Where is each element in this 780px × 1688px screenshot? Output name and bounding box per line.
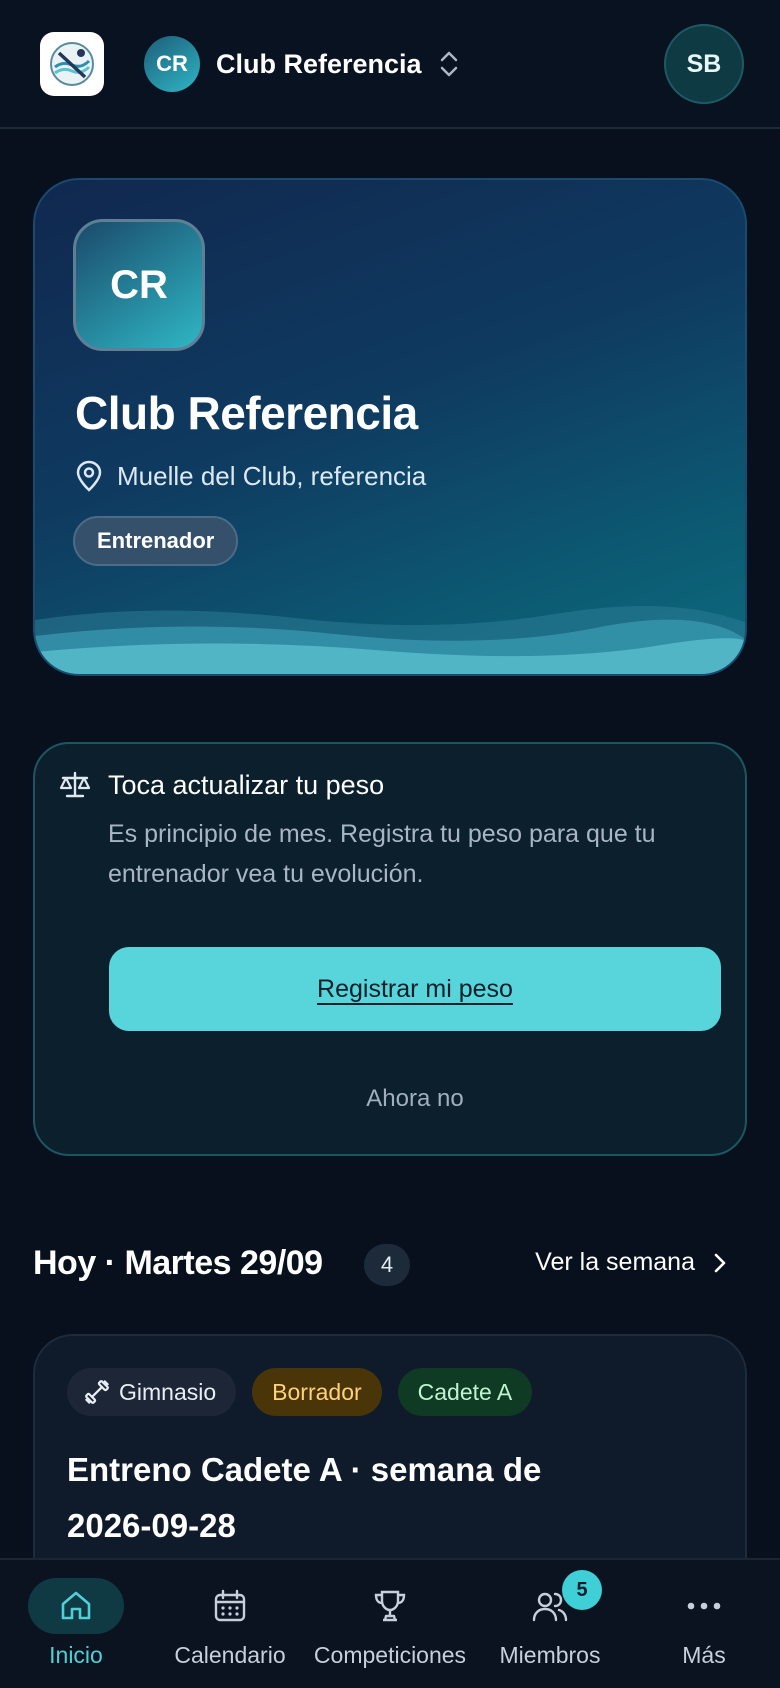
nav-item-calendar[interactable]: Calendario bbox=[166, 1560, 294, 1688]
nav-members-label: Miembros bbox=[499, 1642, 601, 1668]
members-count-badge: 5 bbox=[562, 1570, 602, 1610]
weight-reminder-title: Toca actualizar tu peso bbox=[108, 770, 385, 800]
club-location-text: Muelle del Club, referencia bbox=[117, 460, 427, 491]
nav-item-home[interactable]: Inicio bbox=[28, 1560, 124, 1688]
nav-calendar-label: Calendario bbox=[174, 1642, 286, 1668]
top-bar: CR Club Referencia SB bbox=[0, 0, 780, 129]
chevron-right-icon bbox=[714, 1253, 726, 1272]
dumbbell-icon bbox=[85, 1380, 109, 1404]
weight-reminder-text: Es principio de mes. Registra tu peso pa… bbox=[108, 820, 656, 888]
register-weight-button[interactable]: Registrar mi peso bbox=[109, 947, 721, 1031]
location-tag-label: Gimnasio bbox=[119, 1378, 217, 1405]
today-title: Hoy · Martes 29/09 bbox=[33, 1244, 323, 1282]
nav-calendar-icon-wrap bbox=[182, 1578, 278, 1634]
nav-item-competitions[interactable]: Competiciones bbox=[306, 1560, 474, 1688]
nav-item-more[interactable]: Más bbox=[656, 1560, 752, 1688]
club-title: Club Referencia bbox=[75, 387, 418, 439]
bottom-navigation: Inicio Calendario Competiciones 5 Miembr… bbox=[0, 1558, 780, 1688]
nav-home-label: Inicio bbox=[49, 1642, 103, 1668]
trophy-icon bbox=[374, 1590, 406, 1622]
status-badge: Borrador bbox=[252, 1368, 382, 1416]
club-avatar-large: CR bbox=[73, 219, 205, 351]
calendar-icon bbox=[214, 1589, 246, 1622]
club-switcher[interactable]: CR Club Referencia bbox=[144, 35, 460, 93]
club-avatar: CR bbox=[144, 36, 200, 92]
nav-competitions-icon-wrap bbox=[342, 1578, 438, 1634]
scale-icon bbox=[59, 771, 91, 798]
today-section-header: Hoy · Martes 29/09 4 Ver la semana bbox=[33, 1238, 747, 1292]
home-icon bbox=[61, 1591, 91, 1620]
chevron-up-down-icon bbox=[440, 51, 457, 77]
user-avatar[interactable]: SB bbox=[664, 24, 744, 104]
weight-reminder-card: Toca actualizar tu peso Es principio de … bbox=[33, 742, 747, 1156]
nav-members-icon-wrap: 5 bbox=[502, 1570, 602, 1634]
today-count-badge: 4 bbox=[364, 1244, 410, 1286]
nav-item-members[interactable]: 5 Miembros bbox=[494, 1560, 606, 1688]
club-hero-card: CR Club Referencia Muelle del Club, refe… bbox=[33, 178, 747, 676]
role-badge: Entrenador bbox=[73, 516, 239, 566]
app-logo[interactable] bbox=[40, 32, 104, 96]
dismiss-button[interactable]: Ahora no bbox=[109, 1074, 721, 1124]
club-switcher-name: Club Referencia bbox=[216, 48, 422, 79]
see-week-label: Ver la semana bbox=[535, 1248, 695, 1276]
session-tags: Gimnasio Borrador Cadete A bbox=[67, 1368, 533, 1416]
wave-decoration bbox=[35, 606, 745, 674]
nav-more-label: Más bbox=[682, 1642, 726, 1668]
nav-competitions-label: Competiciones bbox=[313, 1642, 467, 1668]
swimmer-logo-icon bbox=[50, 42, 94, 86]
session-title: Entreno Cadete A · semana de 2026-09-28 bbox=[67, 1451, 542, 1544]
more-dots-icon bbox=[687, 1602, 721, 1610]
map-pin-icon bbox=[76, 460, 102, 492]
group-badge: Cadete A bbox=[397, 1368, 533, 1416]
nav-home-icon-wrap bbox=[28, 1578, 124, 1634]
nav-more-icon-wrap bbox=[656, 1578, 752, 1634]
location-tag: Gimnasio bbox=[67, 1368, 237, 1416]
see-week-link[interactable]: Ver la semana bbox=[535, 1248, 727, 1277]
club-location: Muelle del Club, referencia bbox=[75, 460, 426, 492]
